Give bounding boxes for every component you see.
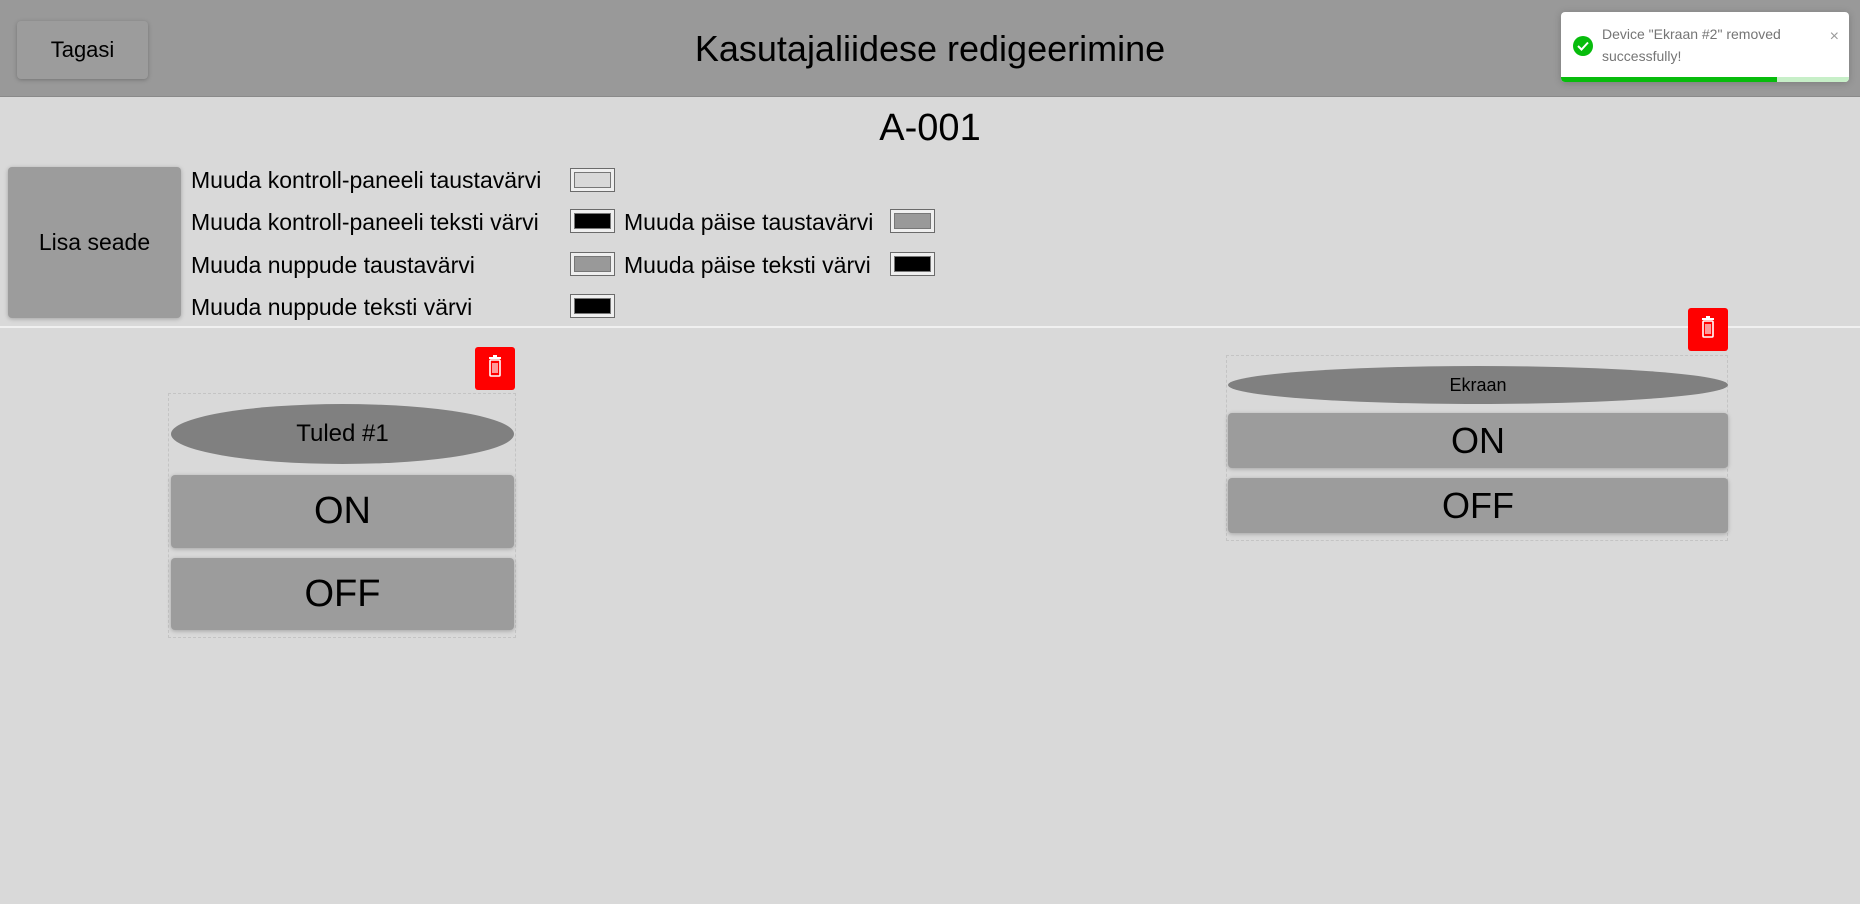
panel-text-color-label: Muuda kontroll-paneeli teksti värvi <box>191 209 539 235</box>
header-text-color-picker[interactable] <box>890 252 935 276</box>
delete-device-button[interactable] <box>475 347 515 390</box>
button-bg-color-swatch <box>574 256 611 272</box>
device-card[interactable]: Tuled #1 ON OFF <box>168 393 516 638</box>
add-device-button[interactable]: Lisa seade <box>8 167 181 318</box>
trash-icon <box>488 355 502 382</box>
panel-text-color-swatch <box>574 213 611 229</box>
button-bg-color-picker[interactable] <box>570 252 615 276</box>
panel-bg-color-label: Muuda kontroll-paneeli taustavärvi <box>191 167 542 193</box>
toast-close-icon[interactable]: × <box>1830 28 1839 46</box>
device-on-button[interactable]: ON <box>1228 413 1728 468</box>
header-bg-color-label: Muuda päise taustavärvi <box>624 209 874 235</box>
button-bg-color-label: Muuda nuppude taustavärvi <box>191 252 475 278</box>
toast-notification: Device "Ekraan #2" removed successfully!… <box>1561 12 1849 82</box>
header-text-color-label: Muuda päise teksti värvi <box>624 252 871 278</box>
toast-progress-bar <box>1561 77 1777 82</box>
header-text-color-swatch <box>894 256 931 272</box>
device-on-button[interactable]: ON <box>171 475 514 548</box>
success-check-icon <box>1573 36 1593 56</box>
button-text-color-label: Muuda nuppude teksti värvi <box>191 294 473 320</box>
panel-bg-color-picker[interactable] <box>570 168 615 192</box>
section-divider <box>0 326 1860 328</box>
device-name-label: Ekraan <box>1228 366 1728 404</box>
trash-icon <box>1701 316 1715 343</box>
device-off-button[interactable]: OFF <box>1228 478 1728 533</box>
button-text-color-picker[interactable] <box>570 294 615 318</box>
panel-bg-color-swatch <box>574 172 611 188</box>
header-bg-color-picker[interactable] <box>890 209 935 233</box>
room-title: A-001 <box>879 107 981 149</box>
device-off-button[interactable]: OFF <box>171 558 514 630</box>
device-card[interactable]: Ekraan ON OFF <box>1226 355 1728 541</box>
delete-device-button[interactable] <box>1688 308 1728 351</box>
header-bg-color-swatch <box>894 213 931 229</box>
device-name-label: Tuled #1 <box>171 404 514 464</box>
panel-text-color-picker[interactable] <box>570 209 615 233</box>
toast-message: Device "Ekraan #2" removed successfully! <box>1602 26 1781 64</box>
button-text-color-swatch <box>574 298 611 314</box>
